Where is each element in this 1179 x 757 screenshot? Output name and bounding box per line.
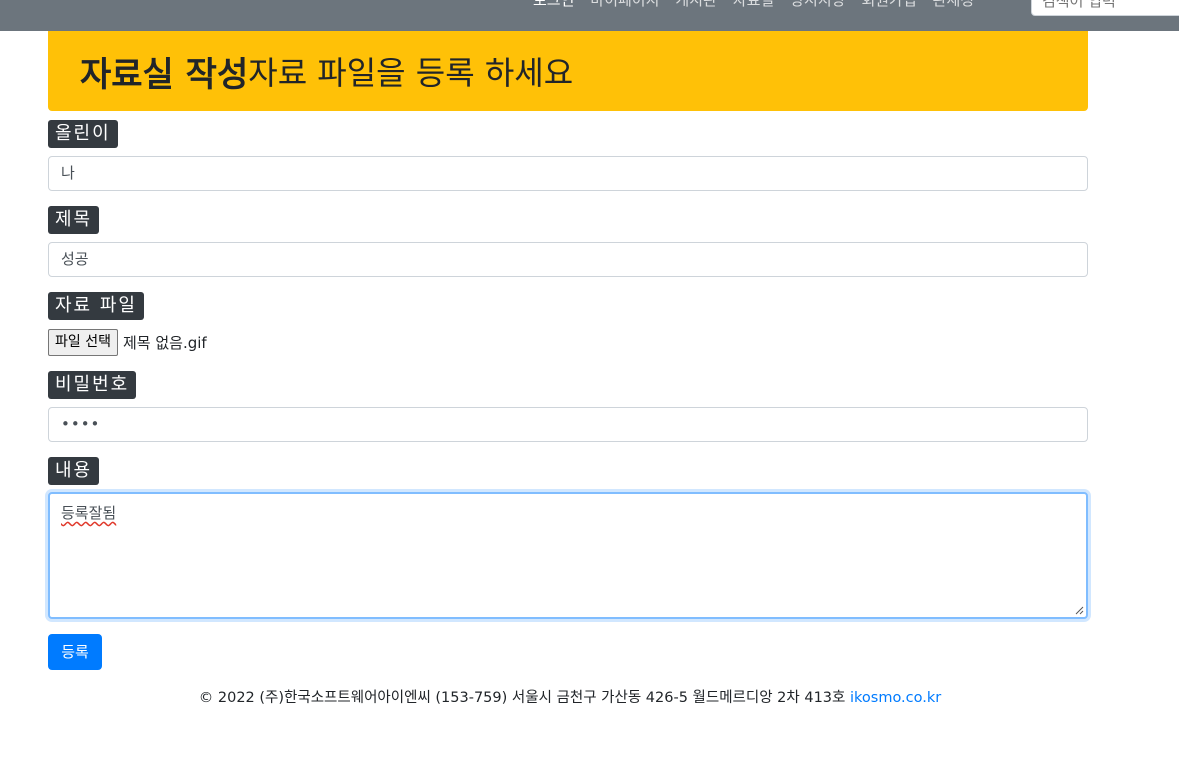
search-input[interactable] xyxy=(1031,0,1179,16)
page-header: 자료실 작성 자료 파일을 등록 하세요 xyxy=(48,31,1088,111)
nav-link-6[interactable]: 관세정 xyxy=(925,0,982,12)
nav-link-archive[interactable]: 자료실 xyxy=(725,0,782,12)
nav-links: 로그인 마이페이지 게시판 자료실 방시지망 회원가입 관세정 xyxy=(525,0,982,12)
selected-filename: 제목 없음.gif xyxy=(122,333,207,352)
content-label: 내용 xyxy=(48,457,100,485)
file-input: 파일 선택 제목 없음.gif xyxy=(48,328,207,356)
submit-button[interactable]: 등록 xyxy=(48,634,102,670)
nav-link-signup[interactable]: 회원가입 xyxy=(853,0,924,12)
password-field[interactable]: •••• xyxy=(48,407,1088,442)
nav-link-4[interactable]: 방시지망 xyxy=(782,0,853,12)
subject-label: 제목 xyxy=(48,206,100,234)
footer-text: © 2022 (주)한국소프트웨어아이엔씨 (153-759) 서울시 금천구 … xyxy=(198,690,850,706)
page-subtitle: 자료 파일을 등록 하세요 xyxy=(248,54,574,92)
resize-grip-icon[interactable] xyxy=(1074,605,1084,615)
nav-link-board[interactable]: 게시판 xyxy=(667,0,724,12)
top-navbar: 로그인 마이페이지 게시판 자료실 방시지망 회원가입 관세정 xyxy=(0,0,1179,31)
file-label: 자료 파일 xyxy=(48,292,144,320)
choose-file-button[interactable]: 파일 선택 xyxy=(48,328,118,356)
author-field[interactable]: 나 xyxy=(48,156,1088,191)
nav-link-login[interactable]: 로그인 xyxy=(525,0,582,12)
nav-link-mypage[interactable]: 마이페이지 xyxy=(582,0,667,12)
footer: © 2022 (주)한국소프트웨어아이엔씨 (153-759) 서울시 금천구 … xyxy=(0,686,1140,707)
footer-link[interactable]: ikosmo.co.kr xyxy=(850,690,941,706)
subject-field[interactable]: 성공 xyxy=(48,242,1088,277)
password-label: 비밀번호 xyxy=(48,371,137,399)
author-label: 올린이 xyxy=(48,120,118,148)
page-title: 자료실 작성 xyxy=(80,54,249,95)
content-text: 등록잘됨 xyxy=(61,504,117,522)
content-textarea[interactable]: 등록잘됨 xyxy=(48,492,1088,619)
